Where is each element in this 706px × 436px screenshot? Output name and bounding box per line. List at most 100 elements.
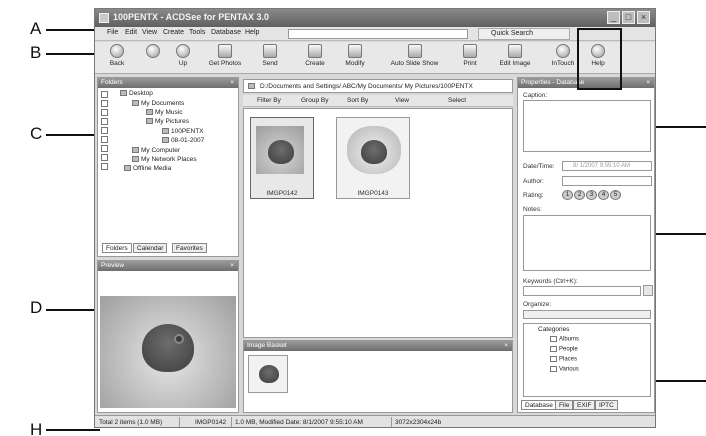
menu-edit[interactable]: Edit [125,29,137,36]
forward-button[interactable] [143,44,163,60]
up-label: Up [178,60,188,67]
menu-create[interactable]: Create [163,29,184,36]
maximize-button[interactable]: □ [622,11,635,24]
file-list: IMGP0142 IMGP0143 [243,108,513,338]
folder-checkbox[interactable] [101,118,108,125]
tab-iptc[interactable]: IPTC [595,400,618,410]
keywords-field[interactable] [523,286,641,296]
category-albums[interactable]: Albums [550,336,579,343]
tree-item-desktop[interactable]: Desktop [120,90,153,97]
close-button[interactable]: × [637,11,650,24]
tab-file[interactable]: File [555,400,574,410]
rating-3-button[interactable]: 3 [586,190,597,200]
view-button[interactable]: View [395,97,409,104]
create-button[interactable]: Create [300,44,330,67]
folders-tabs: Folders Calendar Favorites [102,243,238,254]
menu-database[interactable]: Database [211,29,241,36]
folder-checkbox[interactable] [101,154,108,161]
rating-1-button[interactable]: 1 [562,190,573,200]
path-bar[interactable]: D:/Documents and Settings/ ABC/My Docume… [243,79,513,93]
auto-slide-show-button[interactable]: Auto Slide Show [387,44,442,67]
notes-field[interactable] [523,215,651,271]
menu-help[interactable]: Help [245,29,259,36]
tab-folders[interactable]: Folders [102,243,132,253]
folders-title: Folders [101,79,123,86]
datetime-field[interactable]: 8/ 1/2007 9:55:10 AM [562,161,652,171]
menu-file[interactable]: File [107,29,118,36]
select-button[interactable]: Select [448,97,466,104]
thumbnail-toy [268,140,294,164]
quick-search-input[interactable]: Quick Search [478,28,570,40]
slideshow-icon [407,44,422,58]
tab-exif[interactable]: EXIF [573,400,596,410]
thumbnail-item[interactable]: IMGP0143 [336,117,410,199]
category-people[interactable]: People [550,346,578,353]
folder-checkbox[interactable] [101,136,108,143]
rating-4-button[interactable]: 4 [598,190,609,200]
panel-close-icon[interactable]: × [504,341,508,351]
category-label: Places [559,356,578,363]
folder-checkbox[interactable] [101,145,108,152]
computer-icon [132,147,139,154]
up-button[interactable]: Up [173,44,193,67]
camera-icon [218,44,232,58]
keywords-button[interactable] [643,285,653,296]
modify-button[interactable]: Modify [340,44,370,67]
folder-checkbox[interactable] [101,91,108,98]
callout-line-a [46,29,98,31]
back-button[interactable]: Back [107,44,127,67]
back-label: Back [109,60,125,67]
basket-item[interactable] [248,355,288,393]
folder-checkbox[interactable] [101,163,108,170]
minimize-button[interactable]: _ [607,11,620,24]
thumbnail-item[interactable]: IMGP0142 [250,117,314,199]
tab-calendar[interactable]: Calendar [133,243,168,253]
panel-close-icon[interactable]: × [230,261,234,271]
tree-item-08-01-2007[interactable]: 08-01-2007 [162,137,204,144]
tab-favorites[interactable]: Favorites [172,243,207,253]
tree-item-my-computer[interactable]: My Computer [132,147,180,154]
folder-checkbox[interactable] [101,109,108,116]
tab-database[interactable]: Database [521,400,557,410]
folder-checkbox[interactable] [101,100,108,107]
menu-tools[interactable]: Tools [189,29,205,36]
callout-line-h [46,429,100,431]
modify-icon [348,44,362,58]
tree-label: 100PENTX [171,128,204,135]
callout-line-d [46,309,94,311]
tree-item-my-pictures[interactable]: My Pictures [146,118,189,125]
filter-by-button[interactable]: Filter By [257,97,281,104]
tree-item-my-documents[interactable]: My Documents [132,100,184,107]
rating-5-button[interactable]: 5 [610,190,621,200]
tree-item-100pentx[interactable]: 100PENTX [162,128,204,135]
tree-item-my-network-places[interactable]: My Network Places [132,156,197,163]
send-button[interactable]: Send [255,44,285,67]
folder-checkbox[interactable] [101,127,108,134]
intouch-button[interactable]: InTouch [547,44,579,67]
preview-title: Preview [101,262,125,269]
preview-toy [142,324,194,372]
checkbox-icon [550,356,557,362]
panel-close-icon[interactable]: × [230,78,234,88]
print-button[interactable]: Print [455,44,485,67]
sort-by-button[interactable]: Sort By [347,97,368,104]
caption-field[interactable] [523,100,651,152]
author-field[interactable] [562,176,652,186]
get-photos-button[interactable]: Get Photos [205,44,245,67]
panel-close-icon[interactable]: × [646,78,650,88]
tree-label: Offline Media [133,165,172,172]
category-places[interactable]: Places [550,356,577,363]
send-label: Send [262,60,278,67]
edit-image-button[interactable]: Edit Image [495,44,535,67]
forward-arrow-icon [146,44,160,58]
rating-buttons: 1 2 3 4 5 [562,190,622,200]
category-various[interactable]: Various [550,366,579,373]
menu-view[interactable]: View [142,29,157,36]
tree-item-my-music[interactable]: My Music [146,109,182,116]
tree-item-offline-media[interactable]: Offline Media [124,165,171,172]
address-field[interactable] [288,29,468,39]
organize-field[interactable] [523,310,651,319]
status-bar: Total 2 items (1.0 MB) IMGP0142 1.0 MB, … [95,415,655,427]
group-by-button[interactable]: Group By [301,97,328,104]
rating-2-button[interactable]: 2 [574,190,585,200]
